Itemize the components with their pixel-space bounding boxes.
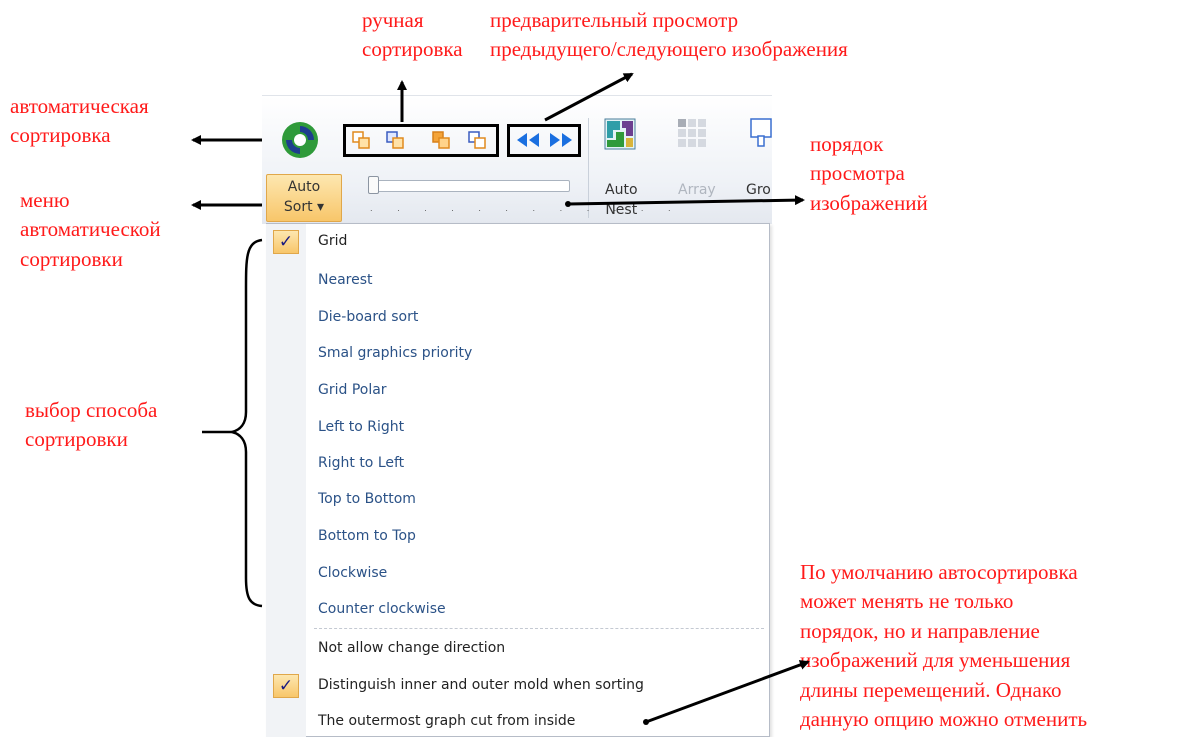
sort-choice-brace: [231, 238, 263, 608]
annotation-arrows: [191, 72, 810, 725]
arrow-view-order: [567, 195, 805, 206]
arrow-default-note: [645, 660, 810, 724]
arrow-preview: [544, 72, 634, 122]
